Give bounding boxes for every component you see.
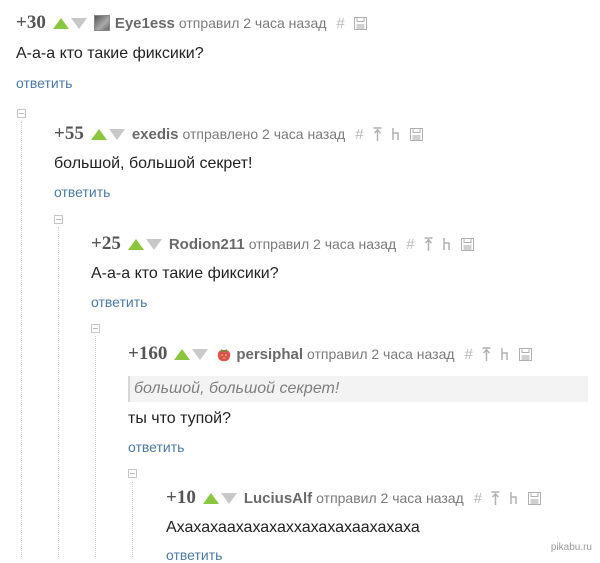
thread-line	[58, 227, 59, 557]
collapse-toggle-icon[interactable]	[54, 215, 63, 224]
reply-link[interactable]: ответить	[16, 75, 72, 91]
comment-author[interactable]: exedis	[132, 126, 179, 143]
vote-down-icon[interactable]	[220, 492, 237, 504]
parent-arrow-icon[interactable]	[482, 347, 491, 361]
comment-timestamp: отправил 2 часа назад	[248, 236, 397, 252]
parent-arrow-icon[interactable]	[424, 237, 433, 251]
thread-line	[132, 481, 133, 557]
comment-header: +25 Rodion211 отправил 2 часа назад #	[91, 233, 474, 255]
comment-text: А-а-а кто такие фиксики?	[91, 265, 279, 282]
branch-icon[interactable]	[442, 237, 452, 251]
save-icon[interactable]	[460, 237, 474, 251]
comment-rating: +25	[91, 233, 121, 254]
vote-up-icon[interactable]	[90, 128, 107, 140]
permalink-hash-icon[interactable]: #	[406, 236, 414, 253]
comment-header: +10 LuciusAlf отправил 2 часа назад #	[166, 487, 542, 509]
reply-link[interactable]: ответить	[166, 547, 222, 563]
comment-rating: +30	[16, 12, 46, 33]
save-icon[interactable]	[518, 347, 532, 361]
reply-link[interactable]: ответить	[128, 439, 184, 455]
comment-timestamp: отправлено 2 часа назад	[182, 126, 346, 142]
vote-up-icon[interactable]	[52, 17, 69, 29]
comment-author[interactable]: persiphal	[236, 346, 303, 363]
quote-text: большой, большой секрет!	[134, 380, 340, 397]
vote-down-icon[interactable]	[145, 238, 162, 250]
save-icon[interactable]	[353, 16, 367, 30]
comment-timestamp: отправил 2 часа назад	[316, 490, 464, 506]
thread-line	[21, 121, 22, 557]
vote-down-icon[interactable]	[108, 128, 125, 140]
watermark: pikabu.ru	[550, 542, 592, 553]
comment-text: большой, большой секрет!	[54, 155, 253, 172]
collapse-toggle-icon[interactable]	[128, 469, 137, 478]
comment-header: +160 persiphal отправил 2 часа назад #	[128, 343, 532, 365]
comment-text: ты что тупой?	[128, 410, 232, 427]
comment-author[interactable]: Rodion211	[169, 236, 245, 253]
comment-timestamp: отправил 2 часа назад	[178, 15, 327, 31]
permalink-hash-icon[interactable]: #	[355, 126, 363, 143]
collapse-toggle-icon[interactable]	[17, 109, 26, 118]
parent-arrow-icon[interactable]	[491, 491, 500, 505]
vote-down-icon[interactable]	[192, 348, 209, 360]
vote-up-icon[interactable]	[202, 492, 219, 504]
branch-icon[interactable]	[509, 491, 519, 505]
comment-header: +30 Eye1ess отправил 2 часа назад #	[16, 12, 367, 34]
comment-rating: +160	[128, 343, 168, 364]
reply-link[interactable]: ответить	[91, 294, 147, 310]
comment-timestamp: отправил 2 часа назад	[307, 346, 455, 362]
vote-up-icon[interactable]	[127, 238, 144, 250]
comment-author[interactable]: LuciusAlf	[244, 490, 312, 507]
thread-line	[95, 336, 96, 557]
quote-block: большой, большой секрет!	[128, 376, 588, 402]
parent-arrow-icon[interactable]	[373, 127, 382, 141]
reply-link[interactable]: ответить	[54, 184, 110, 200]
branch-icon[interactable]	[500, 347, 510, 361]
permalink-hash-icon[interactable]: #	[474, 490, 482, 507]
comment-author[interactable]: Eye1ess	[115, 15, 175, 32]
vote-up-icon[interactable]	[174, 348, 191, 360]
comment-header: +55 exedis отправлено 2 часа назад #	[54, 123, 423, 145]
comment-rating: +10	[166, 487, 196, 508]
comment-text: А-а-а кто такие фиксики?	[16, 45, 204, 62]
vote-down-icon[interactable]	[70, 17, 87, 29]
comment-rating: +55	[54, 123, 84, 144]
save-icon[interactable]	[528, 491, 542, 505]
permalink-hash-icon[interactable]: #	[465, 346, 473, 363]
permalink-hash-icon[interactable]: #	[336, 15, 344, 32]
comment-text: Ахахахаахахахаххахахахаахахаха	[166, 519, 420, 536]
avatar[interactable]	[93, 15, 110, 31]
collapse-toggle-icon[interactable]	[91, 324, 100, 333]
strawberry-avatar-icon[interactable]	[215, 346, 231, 362]
branch-icon[interactable]	[391, 127, 401, 141]
save-icon[interactable]	[409, 127, 423, 141]
